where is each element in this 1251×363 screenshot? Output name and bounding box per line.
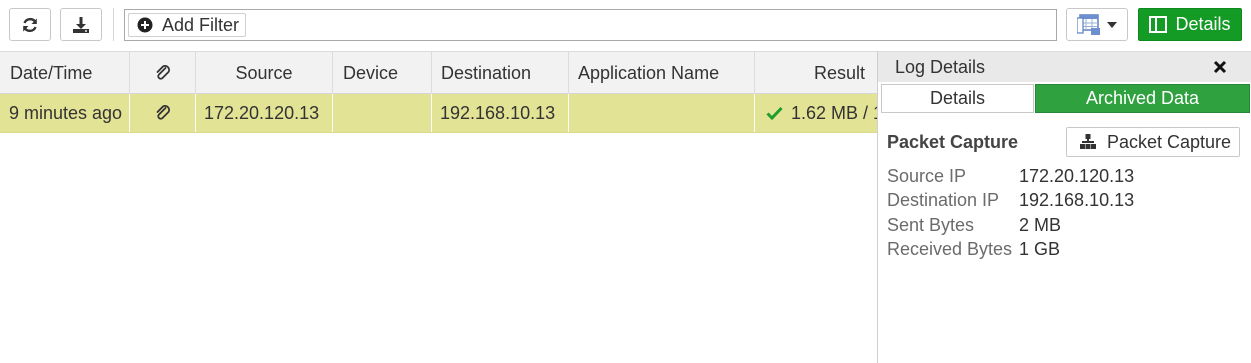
column-header-label: Destination	[441, 62, 532, 83]
cell-text: 192.168.10.13	[440, 102, 556, 123]
column-header-result[interactable]: Result	[755, 52, 877, 94]
close-button[interactable]	[1211, 58, 1229, 76]
column-header-label: Device	[343, 62, 399, 83]
cell-text: 9 minutes ago	[9, 102, 123, 123]
cell-datetime: 9 minutes ago	[0, 94, 130, 132]
add-filter-button[interactable]: Add Filter	[128, 13, 247, 37]
table-header: Date/Time Source Device Destination Appl…	[0, 51, 877, 94]
column-header-application-name[interactable]: Application Name	[569, 52, 755, 94]
field-label-sent-bytes: Sent Bytes	[887, 215, 975, 235]
column-header-label: Date/Time	[10, 62, 93, 83]
plus-circle-icon	[137, 17, 153, 33]
refresh-button[interactable]	[9, 8, 51, 41]
table-view-icon	[1077, 13, 1100, 35]
details-toggle-button[interactable]: Details	[1138, 8, 1242, 41]
cell-source: 172.20.120.13	[196, 94, 333, 132]
close-icon	[1213, 60, 1227, 74]
packet-capture-button[interactable]: Packet Capture	[1066, 127, 1240, 157]
column-header-destination[interactable]: Destination	[432, 52, 569, 94]
refresh-icon	[23, 17, 37, 32]
packet-capture-heading: Packet Capture	[887, 132, 1019, 152]
column-header-source[interactable]: Source	[196, 52, 333, 94]
details-tabs: Details Archived Data	[881, 84, 1250, 113]
panel-header: Log Details	[878, 51, 1251, 82]
cell-device	[333, 94, 432, 132]
packet-capture-icon	[1080, 134, 1096, 149]
details-button-label: Details	[1175, 14, 1231, 34]
cell-result: 1.62 MB / 1	[755, 94, 877, 132]
packet-capture-button-label: Packet Capture	[1107, 131, 1232, 152]
tab-details[interactable]: Details	[881, 84, 1034, 113]
cell-attachment[interactable]	[130, 94, 196, 132]
field-label-destination-ip: Destination IP	[887, 190, 1000, 210]
log-table: Date/Time Source Device Destination Appl…	[0, 51, 877, 363]
field-value-destination-ip: 192.168.10.13	[1019, 190, 1135, 210]
cell-application-name	[569, 94, 755, 132]
field-value-received-bytes: 1 GB	[1019, 239, 1061, 259]
download-button[interactable]	[60, 8, 102, 41]
column-header-attachment[interactable]	[130, 52, 196, 94]
caret-down-icon	[1107, 21, 1117, 28]
column-header-label: Application Name	[578, 62, 720, 83]
panel-title: Log Details	[895, 57, 986, 77]
view-options-dropdown[interactable]	[1066, 8, 1128, 41]
download-icon	[73, 16, 89, 33]
columns-icon	[1149, 16, 1168, 33]
add-filter-label: Add Filter	[162, 14, 240, 35]
paperclip-icon	[156, 105, 170, 120]
checkmark-icon	[766, 106, 783, 120]
table-row[interactable]: 9 minutes ago 172.20.120.13 192.168.10.1…	[0, 94, 877, 133]
field-label-source-ip: Source IP	[887, 166, 967, 186]
column-header-label: Source	[235, 62, 293, 83]
column-header-device[interactable]: Device	[333, 52, 432, 94]
paperclip-icon	[156, 65, 170, 80]
tab-archived-data[interactable]: Archived Data	[1035, 84, 1250, 113]
column-header-label: Result	[814, 62, 866, 83]
field-value-sent-bytes: 2 MB	[1019, 215, 1062, 235]
cell-text: 1.62 MB / 1	[791, 102, 877, 123]
field-label-received-bytes: Received Bytes	[887, 239, 1013, 259]
log-details-panel: Log Details Details Archived Data Packet…	[877, 51, 1251, 363]
filter-bar[interactable]: Add Filter	[124, 9, 1057, 41]
cell-text: 172.20.120.13	[204, 102, 320, 123]
cell-destination: 192.168.10.13	[432, 94, 569, 132]
toolbar: Add Filter Details	[0, 0, 1251, 50]
column-header-datetime[interactable]: Date/Time	[0, 52, 130, 94]
toolbar-divider	[113, 8, 114, 41]
field-value-source-ip: 172.20.120.13	[1019, 166, 1135, 186]
